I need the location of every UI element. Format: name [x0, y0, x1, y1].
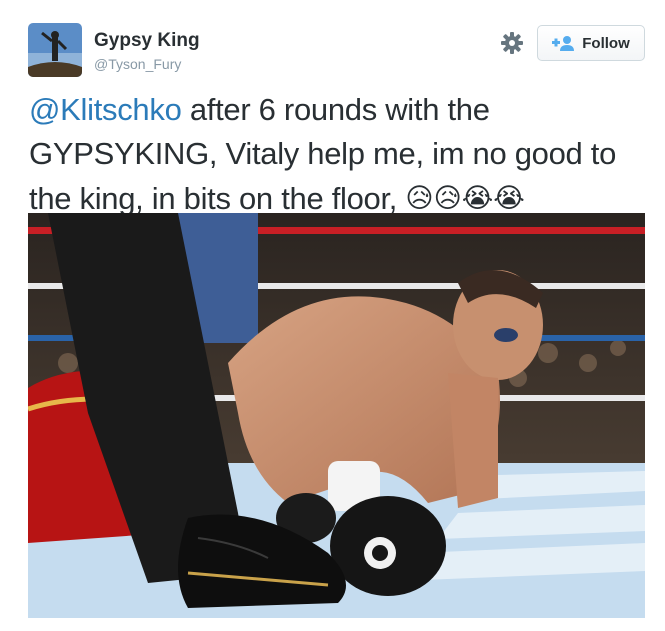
follow-button[interactable]: Follow [537, 25, 645, 61]
display-name[interactable]: Gypsy King [94, 30, 200, 52]
boxing-photo [28, 213, 645, 618]
tweet-photo[interactable] [28, 213, 645, 618]
tweet-text: @Klitschko after 6 rounds with the GYPSY… [29, 88, 649, 221]
add-user-icon [552, 36, 575, 51]
follow-label: Follow [582, 34, 630, 52]
tweet-emojis: 😥😥😭😭 [405, 183, 525, 213]
avatar[interactable] [28, 23, 82, 77]
user-handle[interactable]: @Tyson_Fury [94, 56, 181, 72]
mention-link[interactable]: @Klitschko [29, 92, 182, 127]
gear-icon[interactable] [500, 31, 524, 55]
